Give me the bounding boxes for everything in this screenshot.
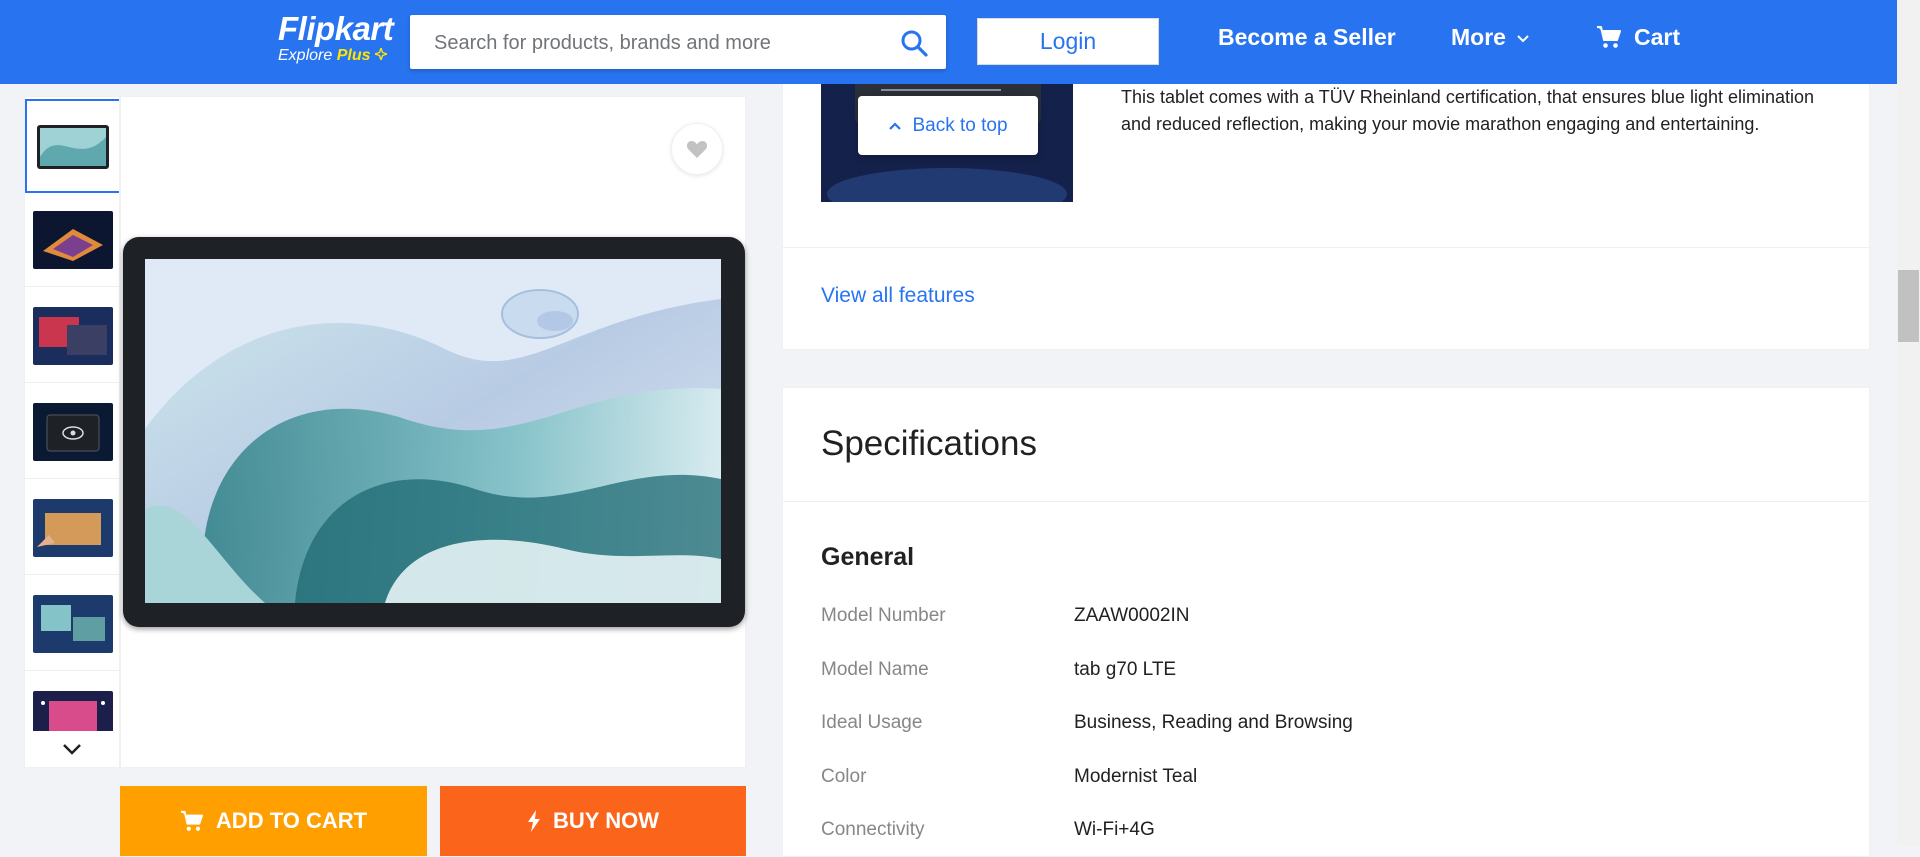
chevron-down-icon — [1517, 35, 1530, 43]
thumbnail-image — [33, 117, 113, 175]
heart-icon — [686, 141, 708, 158]
product-image-panel — [120, 96, 746, 768]
specifications-title: Specifications — [821, 424, 1037, 463]
plus-star-icon — [372, 45, 390, 63]
spec-value: Wi-Fi+4G — [1074, 819, 1155, 840]
header-bar: Flipkart Explore Plus Login Become a Sel… — [0, 0, 1897, 84]
spec-row: Ideal Usage Business, Reading and Browsi… — [821, 708, 1821, 738]
thumbnail-image — [33, 498, 113, 557]
cart-link[interactable]: Cart — [1596, 24, 1680, 51]
lightning-icon — [528, 810, 541, 832]
spec-key: Ideal Usage — [821, 712, 923, 733]
logo-plus: Plus — [336, 47, 371, 64]
spec-group-title: General — [821, 543, 915, 571]
thumbnail-2[interactable] — [25, 193, 119, 287]
buy-now-label: BUY NOW — [553, 808, 659, 833]
thumbnail-1[interactable] — [25, 99, 119, 193]
login-button[interactable]: Login — [977, 18, 1159, 65]
spec-key: Connectivity — [821, 819, 925, 840]
logo-explore: Explore — [278, 47, 333, 64]
thumbnail-image — [33, 402, 113, 461]
logo-word: Flipkart — [278, 10, 394, 47]
search-bar — [410, 15, 946, 71]
thumbnail-5[interactable] — [25, 481, 119, 575]
thumbnail-strip — [24, 96, 120, 768]
page-scrollbar-thumb[interactable] — [1898, 270, 1919, 342]
search-icon — [901, 30, 928, 57]
become-seller-link[interactable]: Become a Seller — [1218, 24, 1396, 51]
spec-value: Business, Reading and Browsing — [1074, 712, 1353, 733]
logo-subtitle: Explore Plus — [278, 45, 393, 65]
feature-description: This tablet comes with a TÜV Rheinland c… — [1121, 87, 1815, 134]
more-menu[interactable]: More — [1451, 24, 1530, 51]
search-button[interactable] — [900, 29, 928, 57]
spec-key: Model Number — [821, 605, 946, 626]
cart-icon — [1597, 26, 1621, 48]
search-input[interactable] — [432, 15, 876, 71]
spec-row: Color Modernist Teal — [821, 762, 1821, 792]
thumbnail-image — [33, 306, 113, 365]
back-to-top-button[interactable]: Back to top — [858, 96, 1038, 155]
spec-row: Model Number ZAAW0002IN — [821, 601, 1821, 631]
divider — [783, 501, 1869, 502]
specifications-card: Specifications General Model Number ZAAW… — [782, 387, 1870, 857]
thumbnail-image — [33, 210, 113, 269]
thumbnail-scroll-down[interactable] — [25, 731, 119, 767]
thumbnail-image — [33, 594, 113, 653]
page-scrollbar-track[interactable] — [1897, 0, 1920, 846]
wishlist-button[interactable] — [671, 123, 723, 175]
back-to-top-label: Back to top — [912, 114, 1008, 136]
spec-row: Connectivity Wi-Fi+4G — [821, 815, 1821, 845]
view-all-features-link[interactable]: View all features — [821, 284, 975, 308]
thumbnail-6[interactable] — [25, 577, 119, 671]
add-to-cart-label: ADD TO CART — [215, 808, 368, 833]
spec-value: Modernist Teal — [1074, 766, 1198, 787]
thumbnail-4[interactable] — [25, 385, 119, 479]
divider — [783, 247, 1869, 248]
tablet-wallpaper — [145, 259, 721, 603]
spec-row: Model Name tab g70 LTE — [821, 655, 1821, 685]
cart-icon — [180, 810, 203, 831]
product-image[interactable] — [123, 237, 745, 627]
more-label: More — [1451, 24, 1506, 50]
spec-value: tab g70 LTE — [1074, 659, 1177, 680]
cart-label: Cart — [1634, 24, 1681, 50]
chevron-up-icon — [889, 121, 902, 130]
thumbnail-3[interactable] — [25, 289, 119, 383]
chevron-down-icon — [63, 744, 81, 755]
flipkart-logo[interactable]: Flipkart Explore Plus — [278, 10, 394, 65]
spec-key: Model Name — [821, 659, 929, 680]
spec-key: Color — [821, 766, 867, 787]
spec-value: ZAAW0002IN — [1074, 605, 1190, 626]
